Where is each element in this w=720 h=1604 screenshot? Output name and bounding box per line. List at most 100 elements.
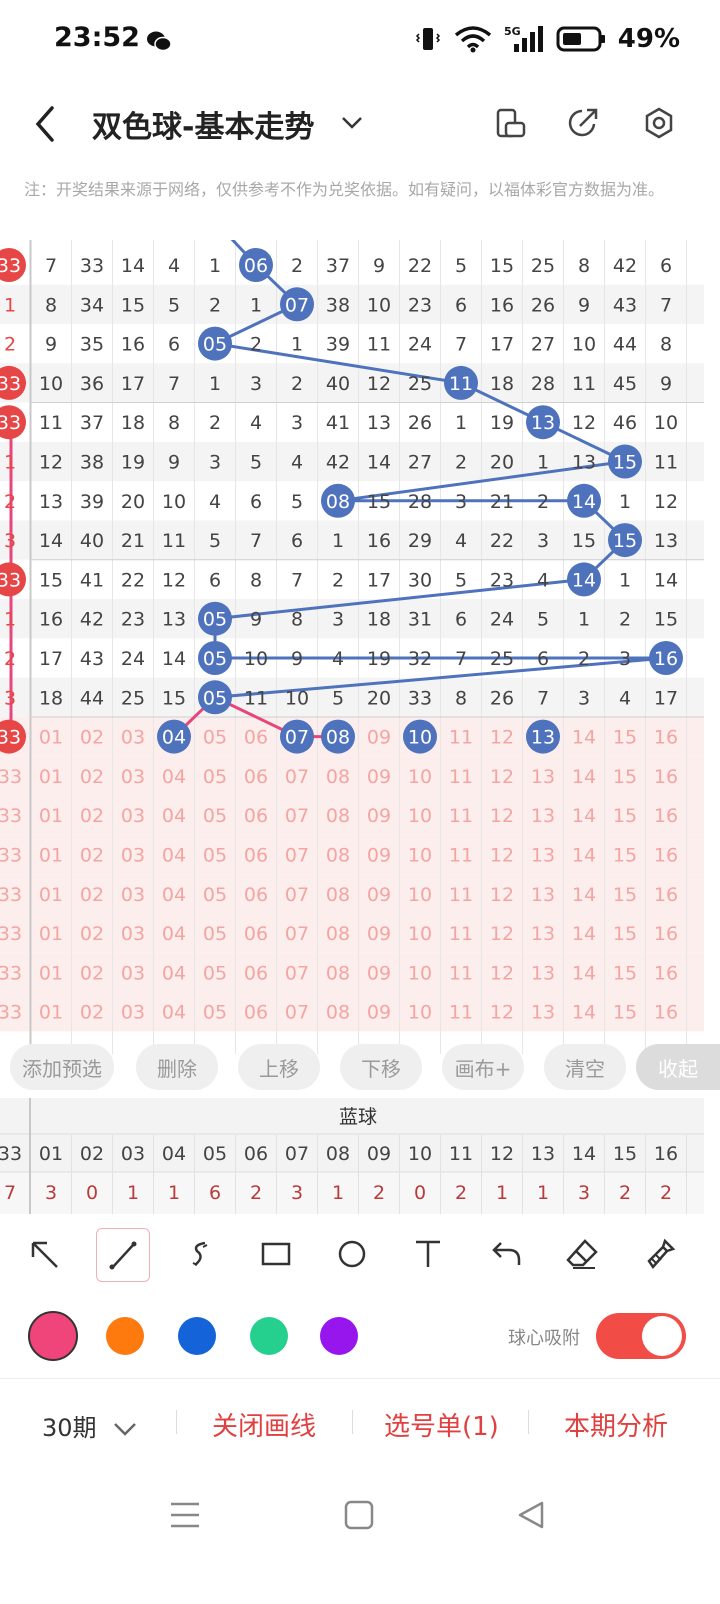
trend-grid[interactable]: 33 1 2 33 33 1 2 3 33 1 2 3 33 33 33 33 33 33 33 33 7 33 14 4 1 0… bbox=[0, 240, 704, 1054]
settings-icon[interactable] bbox=[642, 106, 676, 140]
grid-cell: 15 bbox=[613, 1002, 637, 1024]
blue-ball-number: 15 bbox=[613, 530, 637, 552]
grid-cell: 3 bbox=[455, 491, 467, 513]
grid-cell: 2 bbox=[250, 334, 262, 356]
grid-cell: 02 bbox=[80, 727, 104, 749]
canvas-add-button[interactable]: 画布+ bbox=[442, 1044, 524, 1090]
blue-ball-number: 05 bbox=[203, 609, 227, 631]
collapse-button[interactable]: 收起 bbox=[636, 1044, 720, 1090]
grid-cell: 06 bbox=[244, 923, 268, 945]
grid-cell: 13 bbox=[531, 1002, 555, 1024]
add-preselect-button[interactable]: 添加预选 bbox=[10, 1044, 114, 1090]
grid-cell: 02 bbox=[80, 1002, 104, 1024]
grid-cell: 33 bbox=[0, 805, 22, 827]
stats-number: 13 bbox=[531, 1143, 555, 1165]
grid-cell: 09 bbox=[367, 845, 391, 867]
text-icon[interactable] bbox=[402, 1228, 454, 1280]
grid-cell: 14 bbox=[367, 452, 391, 474]
stats-number: 04 bbox=[162, 1143, 186, 1165]
grid-cell: 2 bbox=[4, 491, 16, 513]
grid-cell: 9 bbox=[250, 609, 262, 631]
grid-cell: 10 bbox=[654, 412, 678, 434]
stats-count: 3 bbox=[291, 1182, 303, 1204]
grid-cell: 11 bbox=[449, 1002, 473, 1024]
color-swatch-purple[interactable] bbox=[320, 1317, 358, 1355]
grid-cell: 10 bbox=[408, 845, 432, 867]
close-lines-button[interactable]: 关闭画线 bbox=[212, 1406, 316, 1443]
freehand-icon[interactable] bbox=[174, 1228, 226, 1280]
grid-cell: 19 bbox=[367, 648, 391, 670]
grid-cell: 1 bbox=[250, 294, 262, 316]
grid-cell: 40 bbox=[80, 530, 104, 552]
share-icon[interactable] bbox=[566, 106, 600, 140]
grid-cell: 6 bbox=[537, 648, 549, 670]
grid-cell: 8 bbox=[291, 609, 303, 631]
grid-cell: 01 bbox=[39, 1002, 63, 1024]
grid-cell: 16 bbox=[654, 1002, 678, 1024]
chevron-down-icon bbox=[114, 1423, 137, 1436]
grid-cell: 1 bbox=[537, 452, 549, 474]
grid-cell: 12 bbox=[490, 845, 514, 867]
grid-cell: 26 bbox=[490, 687, 514, 709]
grid-cell: 33 bbox=[0, 923, 22, 945]
eraser-icon[interactable] bbox=[556, 1228, 608, 1280]
stats-number: 16 bbox=[654, 1143, 678, 1165]
grid-cell: 9 bbox=[660, 373, 672, 395]
menu-icon[interactable] bbox=[170, 1500, 200, 1530]
grid-cell: 04 bbox=[162, 923, 186, 945]
color-swatch-pink[interactable] bbox=[28, 1311, 78, 1361]
grid-cell: 01 bbox=[39, 923, 63, 945]
red-ball-number: 33 bbox=[0, 727, 21, 749]
line-icon[interactable] bbox=[96, 1228, 150, 1282]
home-icon[interactable] bbox=[344, 1500, 374, 1530]
grid-cell: 1 bbox=[4, 452, 16, 474]
analysis-button[interactable]: 本期分析 bbox=[564, 1406, 668, 1443]
red-ball-number: 33 bbox=[0, 412, 21, 434]
select-arrow-icon[interactable] bbox=[18, 1228, 70, 1280]
grid-cell: 5 bbox=[332, 687, 344, 709]
back-nav-icon[interactable] bbox=[516, 1500, 546, 1530]
color-swatch-orange[interactable] bbox=[106, 1317, 144, 1355]
grid-cell: 05 bbox=[203, 962, 227, 984]
stats-number: 08 bbox=[326, 1143, 350, 1165]
color-swatch-green[interactable] bbox=[250, 1317, 288, 1355]
move-up-button[interactable]: 上移 bbox=[238, 1044, 320, 1090]
battery-percent: 49% bbox=[617, 24, 680, 54]
grid-cell: 14 bbox=[572, 727, 596, 749]
grid-row-bg bbox=[0, 795, 704, 835]
circle-icon[interactable] bbox=[326, 1228, 378, 1280]
delete-button[interactable]: 删除 bbox=[136, 1044, 218, 1090]
blue-ball-number: 16 bbox=[654, 648, 678, 670]
grid-cell: 42 bbox=[80, 609, 104, 631]
back-icon[interactable] bbox=[30, 104, 60, 144]
clear-brush-icon[interactable] bbox=[634, 1228, 686, 1280]
grid-cell: 14 bbox=[572, 962, 596, 984]
clear-button[interactable]: 清空 bbox=[544, 1044, 626, 1090]
trend-chart[interactable]: 331233331233312333333333333333337 33 14 4 1 0… bbox=[0, 240, 704, 1054]
grid-cell: 14 bbox=[572, 923, 596, 945]
period-selector[interactable]: 30期 bbox=[42, 1408, 138, 1443]
blue-ball-number: 13 bbox=[531, 412, 555, 434]
color-swatch-blue[interactable] bbox=[178, 1317, 216, 1355]
portrait-landscape-icon[interactable] bbox=[494, 106, 528, 140]
ticket-button[interactable]: 选号单(1) bbox=[384, 1406, 499, 1443]
grid-cell: 23 bbox=[490, 569, 514, 591]
snap-toggle-knob[interactable] bbox=[642, 1316, 682, 1356]
grid-cell: 09 bbox=[367, 884, 391, 906]
undo-icon[interactable] bbox=[480, 1228, 532, 1280]
grid-cell: 43 bbox=[80, 648, 104, 670]
grid-cell: 14 bbox=[572, 845, 596, 867]
move-down-button[interactable]: 下移 bbox=[340, 1044, 422, 1090]
grid-cell: 15 bbox=[121, 294, 145, 316]
chevron-down-icon[interactable] bbox=[340, 112, 364, 132]
red-ball-number: 33 bbox=[0, 255, 21, 277]
grid-cell: 32 bbox=[408, 648, 432, 670]
grid-cell: 7 bbox=[45, 255, 57, 277]
grid-cell: 11 bbox=[162, 530, 186, 552]
grid-cell: 13 bbox=[531, 923, 555, 945]
page-title[interactable]: 双色球-基本走势 bbox=[92, 102, 314, 146]
grid-cell: 09 bbox=[367, 1002, 391, 1024]
grid-cell: 42 bbox=[326, 452, 350, 474]
grid-cell: 11 bbox=[449, 962, 473, 984]
rectangle-icon[interactable] bbox=[250, 1228, 302, 1280]
